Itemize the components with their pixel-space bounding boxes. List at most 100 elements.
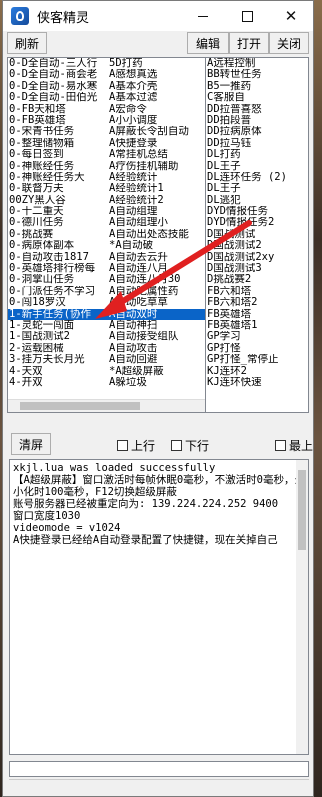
- list-item[interactable]: DYD情报任务: [206, 206, 308, 217]
- topmost-checkbox[interactable]: 最上: [275, 437, 313, 454]
- list-item[interactable]: A经验统计2: [108, 195, 205, 206]
- list-item[interactable]: A经验统计1: [108, 183, 205, 194]
- list-item[interactable]: GP打怪: [206, 343, 308, 354]
- list-item[interactable]: KJ连环2: [206, 366, 308, 377]
- scroll-thumb[interactable]: [298, 470, 306, 550]
- list-item[interactable]: A经验统计: [108, 172, 205, 183]
- list-item[interactable]: 4-天双: [8, 366, 108, 377]
- list-item[interactable]: A基本介壳: [108, 81, 205, 92]
- open-button[interactable]: 打开: [229, 32, 269, 54]
- list-item[interactable]: B5一推药: [206, 81, 308, 92]
- list-item[interactable]: DYD情报任务2: [206, 217, 308, 228]
- list-item[interactable]: D国战测试: [206, 229, 308, 240]
- list-item[interactable]: 0-闯18罗汉: [8, 297, 108, 308]
- list-item[interactable]: DL连环任务 (2): [206, 172, 308, 183]
- list-item[interactable]: A自动回避: [108, 354, 205, 365]
- list-item[interactable]: A小小调度: [108, 115, 205, 126]
- list-item[interactable]: 0-FB英雄塔: [8, 115, 108, 126]
- list-item[interactable]: 3-挂万夫长月光: [8, 354, 108, 365]
- list-item[interactable]: 0-宋青书任务: [8, 126, 108, 137]
- next-line-checkbox[interactable]: 下行: [171, 437, 209, 454]
- list-item[interactable]: A自动双时: [108, 308, 205, 320]
- list-item[interactable]: 1-国战测试2: [8, 331, 108, 342]
- checkbox-box[interactable]: [171, 440, 182, 451]
- prev-line-checkbox[interactable]: 上行: [117, 437, 155, 454]
- list-item[interactable]: D挑战赛2: [206, 274, 308, 285]
- list-item[interactable]: A感想真选: [108, 69, 205, 80]
- list-item[interactable]: 0-德川任务: [8, 217, 108, 228]
- list-item[interactable]: BB转世任务: [206, 69, 308, 80]
- list-item[interactable]: A屏蔽长令刮自动: [108, 126, 205, 137]
- checkbox-box[interactable]: [117, 440, 128, 451]
- list-item[interactable]: 0-自动攻击1817: [8, 252, 108, 263]
- list-item[interactable]: 0-神账经任务: [8, 161, 108, 172]
- close-window-button[interactable]: ✕: [269, 1, 313, 31]
- list-item[interactable]: 0-洞掌山任务: [8, 274, 108, 285]
- list-item[interactable]: D国战测试2xy: [206, 252, 308, 263]
- list-item[interactable]: 0-挑战赛: [8, 229, 108, 240]
- list-item[interactable]: FB英雄塔: [206, 309, 308, 320]
- list-item[interactable]: *A超级屏蔽: [108, 366, 205, 377]
- list-item[interactable]: 0-十二重天: [8, 206, 108, 217]
- list-item[interactable]: A自动组理: [108, 206, 205, 217]
- list-item[interactable]: 00ZY黑人谷: [8, 195, 108, 206]
- vertical-scrollbar[interactable]: [296, 460, 308, 754]
- list-item[interactable]: 0-病原体副本: [8, 240, 108, 251]
- list-item[interactable]: GP打怪_常停止: [206, 354, 308, 365]
- checkbox-box[interactable]: [275, 440, 286, 451]
- list-item[interactable]: DL王子: [206, 161, 308, 172]
- list-item[interactable]: 0-门派任务不学习: [8, 286, 108, 297]
- list-item[interactable]: A躲垃圾: [108, 377, 205, 388]
- list-item[interactable]: DD拉普喜怒: [206, 104, 308, 115]
- list-item[interactable]: A自动接受组队: [108, 331, 205, 342]
- list-item[interactable]: A疗伤挂机辅助: [108, 161, 205, 172]
- list-item[interactable]: 0-D全自动-商会老: [8, 69, 108, 80]
- edit-button[interactable]: 编辑: [187, 32, 229, 54]
- list-item[interactable]: DD拍段普: [206, 115, 308, 126]
- list-item[interactable]: A自动出处态技能: [108, 229, 205, 240]
- list-item[interactable]: 0-联督万夫: [8, 183, 108, 194]
- list-item[interactable]: DD拉病原体: [206, 126, 308, 137]
- scroll-thumb[interactable]: [20, 402, 140, 410]
- list-item[interactable]: 0-D全自动-易水寒: [8, 81, 108, 92]
- command-input[interactable]: [9, 761, 309, 777]
- list-item[interactable]: A自动连八月: [108, 263, 205, 274]
- list-item[interactable]: FB六和塔2: [206, 297, 308, 308]
- refresh-button[interactable]: 刷新: [7, 32, 47, 54]
- list-item[interactable]: KJ连环快速: [206, 377, 308, 388]
- list-item[interactable]: DL逃犯: [206, 195, 308, 206]
- horizontal-scrollbar[interactable]: [8, 399, 205, 412]
- list-item[interactable]: A快捷登录: [108, 138, 205, 149]
- list-item[interactable]: A自动攻击: [108, 343, 205, 354]
- list-item[interactable]: A远程控制: [206, 58, 308, 69]
- list-item[interactable]: A自动吃属性药: [108, 286, 205, 297]
- list-item[interactable]: 0-神账经任务大: [8, 172, 108, 183]
- list-item[interactable]: 2-运载困械: [8, 343, 108, 354]
- list-item[interactable]: DL王子: [206, 183, 308, 194]
- list-item[interactable]: DL打药: [206, 149, 308, 160]
- list-item[interactable]: 0-每日签到: [8, 149, 108, 160]
- list-item[interactable]: 1-新手任务(协作: [8, 308, 108, 320]
- list-item[interactable]: 5D打药: [108, 58, 205, 69]
- clear-screen-button[interactable]: 清屏: [11, 433, 51, 455]
- list-item[interactable]: 0-英雄塔排行榜每: [8, 263, 108, 274]
- list-item[interactable]: A基本过滤: [108, 92, 205, 103]
- list-item[interactable]: C客服自: [206, 92, 308, 103]
- list-item[interactable]: 0-整理储物箱: [8, 138, 108, 149]
- minimize-button[interactable]: [181, 1, 225, 31]
- list-item[interactable]: 0-D全自动-田伯光: [8, 92, 108, 103]
- list-item[interactable]: 1-灵蛇一闯面: [8, 320, 108, 331]
- script-list-left[interactable]: 0-D全自动-三人行 0-D全自动-商会老 0-D全自动-易水寒 0-D全自动-田伯光…: [7, 57, 206, 413]
- list-item[interactable]: 0-D全自动-三人行: [8, 58, 108, 69]
- list-item[interactable]: 0-FB天和塔: [8, 104, 108, 115]
- list-item[interactable]: D国战测试2: [206, 240, 308, 251]
- maximize-button[interactable]: [225, 1, 269, 31]
- list-item[interactable]: 4-开双: [8, 377, 108, 388]
- list-item[interactable]: A宏命令: [108, 104, 205, 115]
- list-item[interactable]: *A自动破: [108, 240, 205, 251]
- list-item[interactable]: A自动去云升: [108, 252, 205, 263]
- list-item[interactable]: A自动连八月30: [108, 274, 205, 285]
- list-item[interactable]: D国战测试3: [206, 263, 308, 274]
- list-item[interactable]: FB英雄塔1: [206, 320, 308, 331]
- list-item[interactable]: GP学习: [206, 331, 308, 342]
